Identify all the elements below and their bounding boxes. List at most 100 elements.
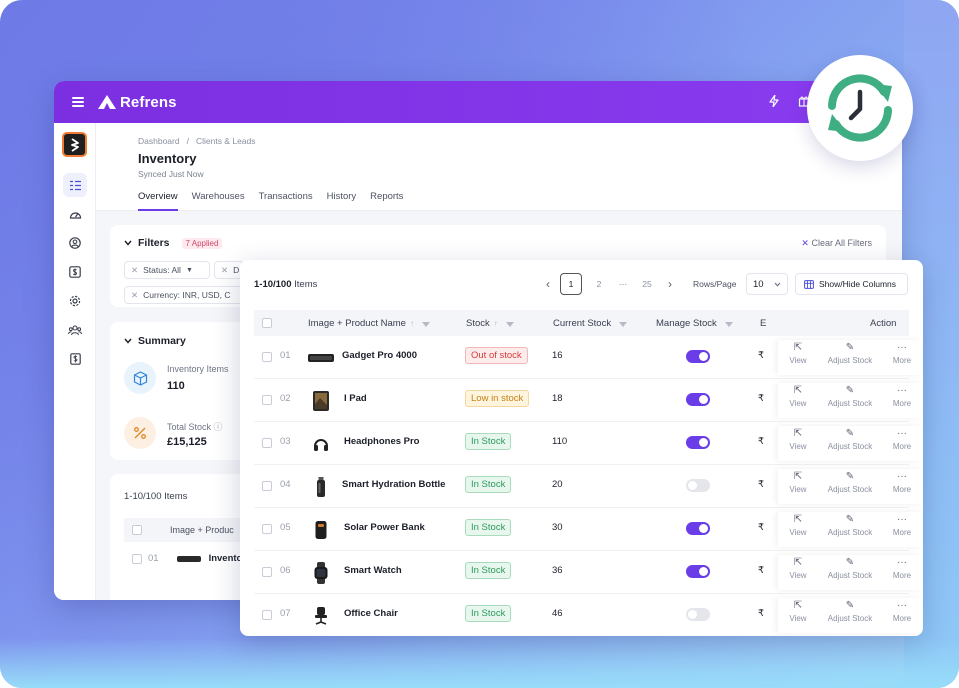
sidebar-item-accounts[interactable] xyxy=(63,347,87,371)
sort-icon[interactable]: ↑ xyxy=(410,319,414,328)
table-row[interactable]: 04 Smart Hydration Bottle In Stock 20 ₹ ⇱ View… xyxy=(254,465,922,508)
manage-stock-toggle[interactable] xyxy=(686,565,710,578)
show-hide-columns-button[interactable]: Show/Hide Columns xyxy=(795,273,908,295)
more-button[interactable]: ··· More xyxy=(882,340,922,375)
filters-toggle[interactable]: Filters 7 Applied xyxy=(124,237,223,249)
row-checkbox[interactable] xyxy=(262,481,272,491)
filter-icon[interactable] xyxy=(505,322,514,327)
sidebar-item-dashboard[interactable] xyxy=(63,202,87,226)
info-icon[interactable]: ⓘ xyxy=(214,422,223,432)
more-button[interactable]: ··· More xyxy=(882,469,922,504)
view-button[interactable]: ⇱ View xyxy=(778,340,818,375)
row-checkbox[interactable] xyxy=(132,553,142,564)
sidebar-item-payments[interactable] xyxy=(63,260,87,284)
manage-stock-toggle[interactable] xyxy=(686,436,710,449)
select-all-checkbox[interactable] xyxy=(132,525,142,535)
row-checkbox[interactable] xyxy=(262,524,272,534)
more-button[interactable]: ··· More xyxy=(882,426,922,461)
manage-stock-toggle[interactable] xyxy=(686,608,710,621)
summary-toggle[interactable]: Summary xyxy=(124,335,186,347)
adjust-stock-button[interactable]: ✎ Adjust Stock xyxy=(818,340,882,375)
tab-reports[interactable]: Reports xyxy=(370,191,403,211)
sidebar-item-inventory[interactable] xyxy=(63,173,87,197)
product-name[interactable]: Smart Hydration Bottle xyxy=(342,479,445,490)
row-checkbox[interactable] xyxy=(262,352,272,362)
clear-filters-button[interactable]: ✕ Clear All Filters xyxy=(801,238,872,249)
more-button[interactable]: ··· More xyxy=(882,512,922,547)
remove-icon[interactable]: ✕ xyxy=(131,265,138,276)
view-button[interactable]: ⇱ View xyxy=(778,512,818,547)
sidebar-item-team[interactable] xyxy=(63,318,87,342)
sort-icon[interactable]: ↑ xyxy=(494,319,498,328)
table-row[interactable]: 05 Solar Power Bank In Stock 30 ₹ ⇱ View ✎ Adjus… xyxy=(254,508,922,551)
adjust-stock-button[interactable]: ✎ Adjust Stock xyxy=(818,383,882,418)
column-manage-stock[interactable]: Manage Stock xyxy=(656,318,733,329)
tab-warehouses[interactable]: Warehouses xyxy=(192,191,245,211)
page-2[interactable]: 2 xyxy=(588,273,610,295)
more-button[interactable]: ··· More xyxy=(882,383,922,418)
remove-icon[interactable]: ✕ xyxy=(131,290,138,301)
adjust-stock-button[interactable]: ✎ Adjust Stock xyxy=(818,426,882,461)
row-checkbox[interactable] xyxy=(262,567,272,577)
product-name[interactable]: Invento xyxy=(209,553,243,564)
column-stock[interactable]: Stock ↑ xyxy=(466,318,514,329)
view-button[interactable]: ⇱ View xyxy=(778,426,818,461)
tab-overview[interactable]: Overview xyxy=(138,191,178,211)
filter-icon[interactable] xyxy=(619,322,628,327)
tab-transactions[interactable]: Transactions xyxy=(259,191,313,211)
row-checkbox[interactable] xyxy=(262,438,272,448)
manage-stock-toggle[interactable] xyxy=(686,479,710,492)
column-product[interactable]: Image + Product Name ↑ xyxy=(308,318,430,329)
manage-stock-toggle[interactable] xyxy=(686,393,710,406)
filter-icon[interactable] xyxy=(421,322,430,327)
table-row[interactable]: 07 Office Chair In Stock 46 ₹ ⇱ View ✎ Adjust St… xyxy=(254,594,922,636)
select-all-checkbox[interactable] xyxy=(262,318,272,328)
tab-history[interactable]: History xyxy=(327,191,357,211)
view-button[interactable]: ⇱ View xyxy=(778,598,818,633)
app-logo[interactable]: Refrens xyxy=(98,94,177,111)
prev-page-icon[interactable]: ‹ xyxy=(542,277,554,291)
filter-chip-currency[interactable]: ✕ Currency: INR, USD, C xyxy=(124,286,244,304)
filter-icon[interactable] xyxy=(724,322,733,327)
adjust-stock-button[interactable]: ✎ Adjust Stock xyxy=(818,469,882,504)
sidebar-item-contacts[interactable] xyxy=(63,231,87,255)
rows-per-page-select[interactable]: 10 xyxy=(746,273,788,295)
table-row[interactable]: 06 Smart Watch In Stock 36 ₹ ⇱ View ✎ Adjust Sto… xyxy=(254,551,922,594)
more-dots-icon: ··· xyxy=(897,428,907,439)
view-button[interactable]: ⇱ View xyxy=(778,383,818,418)
menu-icon[interactable] xyxy=(72,97,84,107)
manage-stock-toggle[interactable] xyxy=(686,350,710,363)
column-current-stock[interactable]: Current Stock xyxy=(553,318,628,329)
table-row[interactable]: 01 Invento xyxy=(132,553,242,564)
product-name[interactable]: I Pad xyxy=(344,393,367,404)
workspace-logo[interactable] xyxy=(62,132,87,157)
more-button[interactable]: ··· More xyxy=(882,598,922,633)
remove-icon[interactable]: ✕ xyxy=(221,265,228,276)
product-name[interactable]: Headphones Pro xyxy=(344,436,420,447)
breadcrumb-dashboard[interactable]: Dashboard xyxy=(138,136,180,146)
breadcrumb-clients[interactable]: Clients & Leads xyxy=(196,136,256,146)
row-checkbox[interactable] xyxy=(262,610,272,620)
product-name[interactable]: Solar Power Bank xyxy=(344,522,425,533)
more-button[interactable]: ··· More xyxy=(882,555,922,590)
row-checkbox[interactable] xyxy=(262,395,272,405)
manage-stock-toggle[interactable] xyxy=(686,522,710,535)
page-1[interactable]: 1 xyxy=(560,273,582,295)
adjust-stock-button[interactable]: ✎ Adjust Stock xyxy=(818,598,882,633)
page-25[interactable]: 25 xyxy=(636,273,658,295)
lightning-icon[interactable] xyxy=(768,95,780,107)
sidebar-item-settings[interactable] xyxy=(63,289,87,313)
filter-chip-status[interactable]: ✕ Status: All ▼ xyxy=(124,261,210,279)
column-extra[interactable]: E xyxy=(760,318,766,329)
product-name[interactable]: Office Chair xyxy=(344,608,398,619)
table-row[interactable]: 03 Headphones Pro In Stock 110 ₹ ⇱ View ✎ Adjust… xyxy=(254,422,922,465)
table-row[interactable]: 02 I Pad Low in stock 18 ₹ ⇱ View ✎ Adjust Stock… xyxy=(254,379,922,422)
adjust-stock-button[interactable]: ✎ Adjust Stock xyxy=(818,555,882,590)
adjust-stock-button[interactable]: ✎ Adjust Stock xyxy=(818,512,882,547)
view-button[interactable]: ⇱ View xyxy=(778,469,818,504)
view-button[interactable]: ⇱ View xyxy=(778,555,818,590)
table-row[interactable]: 01 Gadget Pro 4000 Out of stock 16 ₹ ⇱ View ✎ Ad… xyxy=(254,336,922,379)
product-name[interactable]: Gadget Pro 4000 xyxy=(342,350,417,361)
next-page-icon[interactable]: › xyxy=(664,277,676,291)
product-name[interactable]: Smart Watch xyxy=(344,565,402,576)
